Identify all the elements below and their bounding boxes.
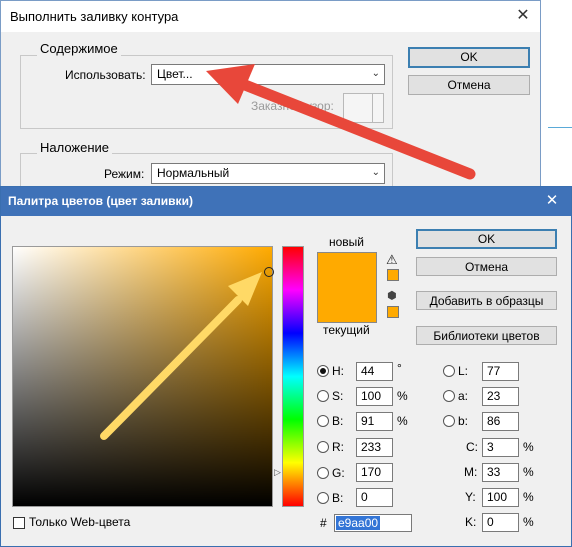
red-arrow [206, 64, 476, 180]
yellow-arrow [100, 272, 262, 440]
annotation-arrows [100, 64, 476, 440]
